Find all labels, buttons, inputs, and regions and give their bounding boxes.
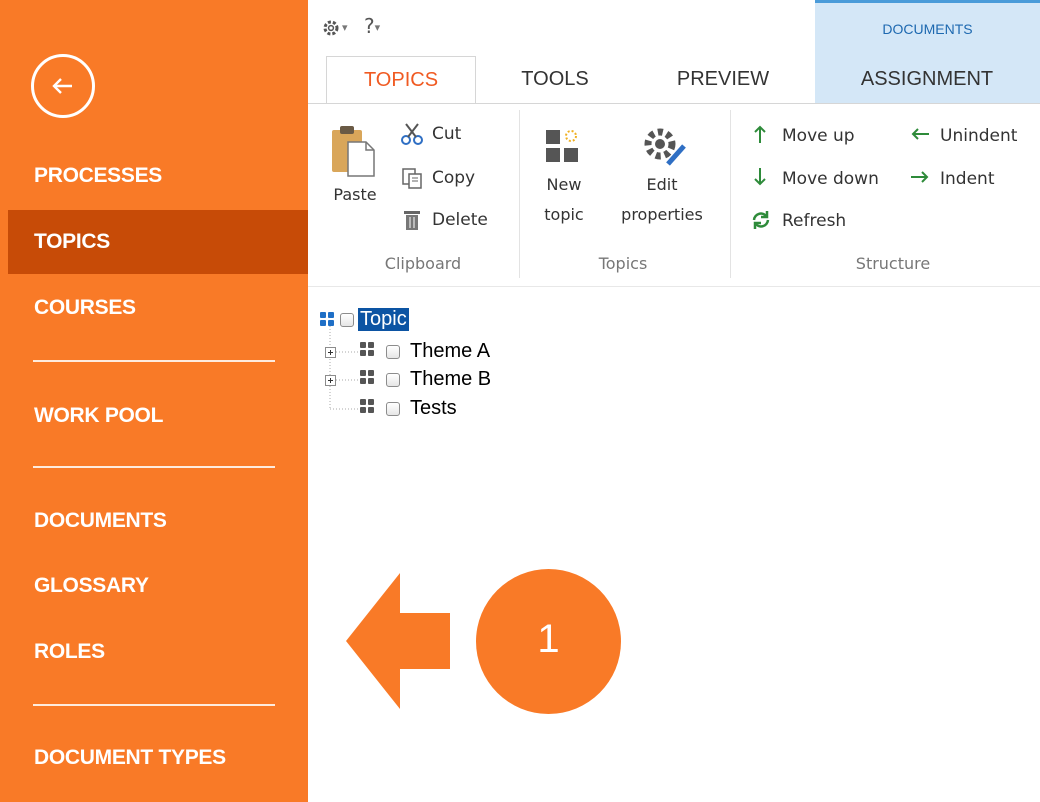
- sidebar: PROCESSES TOPICS COURSES WORK POOL DOCUM…: [0, 0, 308, 802]
- topic-icon: [360, 370, 376, 386]
- paste-icon: [332, 126, 375, 177]
- refresh-icon: [752, 211, 770, 229]
- new-topic-icon: [546, 130, 578, 162]
- tab-assignment[interactable]: ASSIGNMENT: [832, 56, 1022, 104]
- edit-properties-label-1: Edit: [646, 175, 678, 194]
- copy-icon: [402, 168, 422, 189]
- move-up-button[interactable]: Move up: [752, 124, 855, 149]
- settings-menu-button[interactable]: ▾: [320, 14, 348, 39]
- sidebar-item-roles[interactable]: ROLES: [8, 620, 308, 684]
- topics-group-label: Topics: [598, 254, 648, 273]
- new-topic-button[interactable]: New topic: [534, 122, 594, 242]
- arrow-up-icon: [754, 125, 766, 143]
- group-separator: [519, 110, 520, 278]
- tree-checkbox[interactable]: [386, 345, 400, 359]
- sidebar-divider: [33, 466, 275, 468]
- copy-label: Copy: [432, 168, 476, 188]
- expand-toggle-icon[interactable]: [325, 375, 336, 386]
- tree-checkbox[interactable]: [386, 402, 400, 416]
- move-down-label: Move down: [782, 169, 879, 189]
- refresh-label: Refresh: [782, 211, 847, 231]
- tab-preview[interactable]: PREVIEW: [658, 56, 788, 104]
- callout-badge: 1: [476, 569, 621, 714]
- cut-label: Cut: [432, 124, 462, 144]
- context-group-label: DOCUMENTS: [882, 21, 973, 37]
- unindent-label: Unindent: [940, 126, 1018, 146]
- ribbon: Paste Cut Copy Delete Clipboard New topi…: [308, 103, 1040, 287]
- paste-button[interactable]: Paste: [330, 122, 390, 222]
- tree-node-label: Theme B: [410, 368, 492, 390]
- move-up-label: Move up: [782, 126, 855, 146]
- sidebar-item-documents[interactable]: DOCUMENTS: [8, 489, 308, 553]
- arrow-right-icon: [911, 171, 929, 183]
- back-button[interactable]: [31, 54, 95, 118]
- callout-arrow-icon: [346, 573, 450, 709]
- topic-icon: [320, 312, 336, 328]
- arrow-down-icon: [754, 168, 766, 186]
- edit-properties-button[interactable]: Edit properties: [612, 122, 712, 242]
- clipboard-group-label: Clipboard: [384, 254, 462, 273]
- move-down-button[interactable]: Move down: [752, 167, 879, 192]
- trash-icon: [404, 211, 420, 230]
- edit-properties-icon: [644, 128, 686, 166]
- indent-button[interactable]: Indent: [910, 167, 994, 192]
- delete-label: Delete: [432, 210, 488, 230]
- sidebar-divider: [33, 704, 275, 706]
- group-separator: [730, 110, 731, 278]
- topic-icon: [360, 342, 376, 358]
- sidebar-item-courses[interactable]: COURSES: [8, 276, 308, 340]
- tree-checkbox[interactable]: [386, 373, 400, 387]
- topic-icon: [360, 399, 376, 415]
- unindent-button[interactable]: Unindent: [910, 124, 1017, 149]
- tree-node-label: Topic: [358, 308, 409, 331]
- tree-node-label: Theme A: [410, 340, 491, 362]
- expand-toggle-icon[interactable]: [325, 347, 336, 358]
- paste-label: Paste: [333, 185, 377, 204]
- sidebar-item-work-pool[interactable]: WORK POOL: [8, 384, 308, 448]
- help-icon: ?: [364, 14, 375, 38]
- cut-button[interactable]: Cut: [400, 122, 461, 151]
- arrow-left-icon: [911, 128, 929, 140]
- tab-topics[interactable]: TOPICS: [326, 56, 476, 105]
- copy-button[interactable]: Copy: [400, 166, 475, 195]
- arrow-left-icon: [52, 78, 72, 94]
- indent-label: Indent: [940, 169, 995, 189]
- new-topic-label-2: topic: [544, 205, 584, 224]
- help-menu-button[interactable]: ?▾: [364, 14, 380, 38]
- new-topic-label-1: New: [546, 175, 582, 194]
- sidebar-item-topics[interactable]: TOPICS: [8, 210, 308, 274]
- sidebar-item-processes[interactable]: PROCESSES: [8, 144, 308, 208]
- sidebar-item-glossary[interactable]: GLOSSARY: [8, 554, 308, 618]
- delete-button[interactable]: Delete: [400, 208, 488, 237]
- scissors-icon: [401, 123, 423, 145]
- gear-icon: [323, 20, 339, 35]
- edit-properties-label-2: properties: [621, 205, 703, 224]
- tab-tools[interactable]: TOOLS: [500, 56, 610, 104]
- sidebar-divider: [33, 360, 275, 362]
- tree-checkbox[interactable]: [340, 313, 354, 327]
- tree-node-label: Tests: [410, 397, 457, 419]
- sidebar-item-document-types[interactable]: DOCUMENT TYPES: [8, 726, 308, 790]
- structure-group-label: Structure: [855, 254, 931, 273]
- refresh-button[interactable]: Refresh: [750, 209, 846, 236]
